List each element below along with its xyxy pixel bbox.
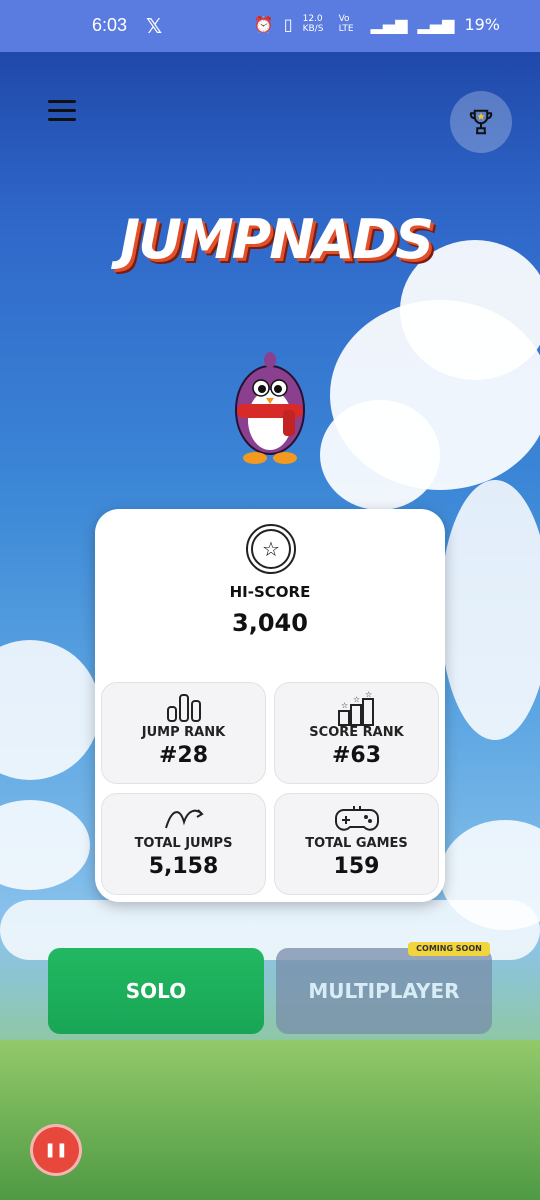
jump-rank-value: #28	[158, 743, 209, 768]
status-icons: ⏰ ▯ 12.0 KB/S Vo LTE ▂▄▆ ▂▄▆ 19%	[254, 14, 500, 34]
total-games-tile: TOTAL GAMES 159	[274, 793, 439, 895]
hamburger-menu-icon[interactable]	[48, 100, 76, 124]
star-badge-icon: ☆	[246, 524, 296, 574]
stats-card: ☆ HI-SCORE 3,040 JUMP RANK #28 ☆ ☆ ☆ SCO…	[95, 509, 445, 902]
signal-icon-2: ▂▄▆	[417, 14, 455, 34]
status-time: 6:03	[92, 15, 128, 35]
score-rank-label: SCORE RANK	[309, 725, 404, 740]
total-jumps-value: 5,158	[148, 854, 219, 879]
bar-chart-icon	[166, 694, 201, 722]
jump-rank-label: JUMP RANK	[141, 725, 226, 740]
x-logo-icon: 𝕏	[146, 14, 163, 38]
battery-level: 19%	[464, 14, 500, 34]
trophy-icon	[469, 109, 493, 135]
hi-score-value: 3,040	[232, 609, 308, 637]
net-speed: 12.0 KB/S	[302, 14, 324, 34]
vibrate-icon: ▯	[283, 14, 293, 34]
pause-icon: ❚❚	[44, 1142, 68, 1158]
leaderboard-button[interactable]	[450, 91, 512, 153]
total-jumps-label: TOTAL JUMPS	[134, 836, 233, 851]
total-games-value: 159	[333, 854, 380, 879]
game-logo: JUMPNADS	[120, 208, 434, 271]
score-rank-value: #63	[331, 743, 382, 768]
jump-rank-tile: JUMP RANK #28	[101, 682, 266, 784]
svg-text:☆: ☆	[365, 691, 372, 699]
hi-score-label: HI-SCORE	[229, 583, 311, 601]
signal-icon: ▂▄▆	[370, 14, 408, 34]
alarm-icon: ⏰	[253, 14, 274, 34]
coming-soon-badge: COMING SOON	[408, 942, 490, 956]
pause-button[interactable]: ❚❚	[30, 1124, 82, 1176]
gamepad-icon	[334, 806, 379, 831]
svg-text:☆: ☆	[353, 695, 360, 704]
score-rank-tile: ☆ ☆ ☆ SCORE RANK #63	[274, 682, 439, 784]
total-jumps-tile: TOTAL JUMPS 5,158	[101, 793, 266, 895]
grass-field	[0, 1040, 540, 1200]
podium-stars-icon: ☆ ☆ ☆	[337, 690, 374, 726]
solo-button[interactable]: SOLO	[48, 948, 264, 1034]
svg-text:☆: ☆	[341, 701, 348, 710]
multiplayer-button[interactable]: MULTIPLAYER	[276, 948, 492, 1034]
status-bar: 6:03 𝕏 ⏰ ▯ 12.0 KB/S Vo LTE ▂▄▆ ▂▄▆ 19%	[0, 0, 540, 52]
jump-arrow-icon	[164, 809, 204, 829]
volte-label: Vo LTE	[338, 14, 354, 34]
penguin-mascot	[235, 352, 305, 464]
total-games-label: TOTAL GAMES	[305, 836, 408, 851]
